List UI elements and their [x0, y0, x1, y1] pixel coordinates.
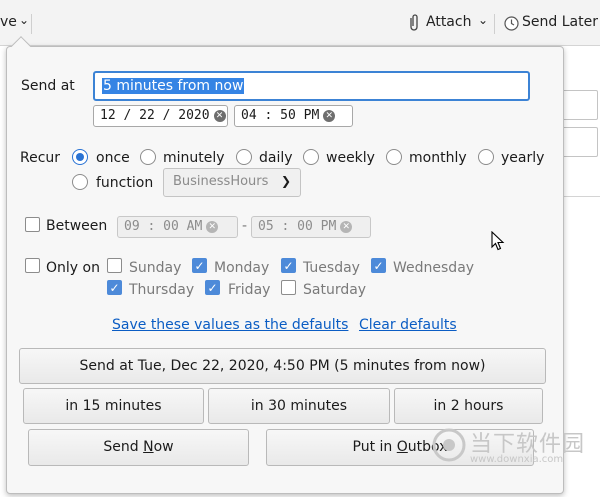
recur-yearly-label[interactable]: yearly [501, 150, 544, 166]
recur-label: Recur [20, 150, 61, 166]
day-tuesday-checkbox[interactable]: ✓ [281, 258, 296, 273]
send-at-button[interactable]: Send at Tue, Dec 22, 2020, 4:50 PM (5 mi… [19, 348, 546, 384]
recur-daily-label[interactable]: daily [259, 150, 293, 166]
between-start-value: 09 : 00 AM [124, 219, 203, 234]
day-tuesday-label[interactable]: Tuesday [303, 260, 360, 276]
compose-separator [564, 196, 600, 197]
clear-end-icon[interactable]: ✕ [340, 220, 353, 233]
recur-once-label[interactable]: once [96, 150, 130, 166]
compose-field[interactable] [560, 127, 598, 157]
recur-once-radio[interactable] [72, 149, 88, 165]
day-thursday-checkbox[interactable]: ✓ [107, 280, 122, 295]
send-now-button[interactable]: Send Now [28, 429, 249, 466]
recur-daily-radio[interactable] [236, 149, 252, 165]
time-picker[interactable]: 04 : 50 PM ✕ [234, 105, 353, 127]
send-now-label-accesskey: N [143, 439, 154, 455]
recur-monthly-label[interactable]: monthly [409, 150, 467, 166]
between-separator: - [242, 218, 248, 234]
day-friday-label[interactable]: Friday [228, 282, 270, 298]
between-end-value: 05 : 00 PM [258, 219, 337, 234]
between-end-time[interactable]: 05 : 00 PM ✕ [251, 216, 371, 238]
save-defaults-link[interactable]: Save these values as the defaults [112, 317, 348, 333]
in-2-hours-button[interactable]: in 2 hours [394, 388, 543, 424]
day-thursday-label[interactable]: Thursday [129, 282, 194, 298]
clear-time-icon[interactable]: ✕ [323, 109, 336, 122]
toolbar-partial-button[interactable]: ve [0, 14, 17, 30]
clear-start-icon[interactable]: ✕ [206, 220, 219, 233]
toolbar-divider [494, 14, 495, 34]
day-monday-label[interactable]: Monday [214, 260, 269, 276]
day-sunday-checkbox[interactable] [107, 258, 122, 273]
recur-yearly-radio[interactable] [478, 149, 494, 165]
recur-monthly-radio[interactable] [386, 149, 402, 165]
chevron-down-icon[interactable]: ⌄ [19, 13, 29, 27]
function-select-value: BusinessHours [173, 174, 269, 189]
date-picker[interactable]: 12 / 22 / 2020 ✕ [93, 105, 228, 127]
clear-defaults-link[interactable]: Clear defaults [359, 317, 457, 333]
toolbar-divider [31, 14, 32, 34]
send-at-input[interactable]: 5 minutes from now [93, 71, 530, 101]
between-start-time[interactable]: 09 : 00 AM ✕ [117, 216, 238, 238]
send-later-button[interactable]: Send Later [522, 14, 598, 30]
recur-function-radio[interactable] [72, 174, 88, 190]
recur-function-label[interactable]: function [96, 175, 153, 191]
recur-weekly-label[interactable]: weekly [326, 150, 375, 166]
compose-field[interactable] [560, 90, 598, 120]
date-value: 12 / 22 / 2020 [100, 108, 210, 123]
time-value: 04 : 50 PM [241, 108, 320, 123]
day-saturday-checkbox[interactable] [281, 280, 296, 295]
outbox-label-pre: Put in [352, 439, 397, 455]
recur-minutely-label[interactable]: minutely [163, 150, 225, 166]
send-at-label: Send at [21, 78, 75, 94]
function-select[interactable]: BusinessHours ❯ [163, 168, 301, 197]
watermark-logo-icon [432, 428, 466, 462]
between-checkbox[interactable] [25, 217, 40, 232]
send-now-label-pre: Send [103, 439, 144, 455]
recur-weekly-radio[interactable] [303, 149, 319, 165]
day-monday-checkbox[interactable]: ✓ [192, 258, 207, 273]
attach-button[interactable]: Attach [426, 14, 471, 30]
day-saturday-label[interactable]: Saturday [303, 282, 366, 298]
clock-icon [504, 16, 519, 35]
watermark-url: www.downxia.com [470, 454, 564, 465]
paperclip-icon [408, 13, 420, 37]
only-on-label[interactable]: Only on [46, 260, 100, 276]
in-15-minutes-button[interactable]: in 15 minutes [23, 388, 204, 424]
day-wednesday-checkbox[interactable]: ✓ [371, 258, 386, 273]
day-friday-checkbox[interactable]: ✓ [205, 280, 220, 295]
day-wednesday-label[interactable]: Wednesday [393, 260, 474, 276]
send-at-input-value: 5 minutes from now [102, 78, 245, 94]
clear-date-icon[interactable]: ✕ [213, 109, 226, 122]
outbox-label-accesskey: O [396, 439, 408, 455]
send-now-label-post: ow [153, 439, 174, 455]
chevron-down-icon: ❯ [280, 174, 291, 188]
in-30-minutes-button[interactable]: in 30 minutes [208, 388, 390, 424]
only-on-checkbox[interactable] [25, 258, 40, 273]
between-label[interactable]: Between [46, 218, 107, 234]
recur-minutely-radio[interactable] [140, 149, 156, 165]
day-sunday-label[interactable]: Sunday [129, 260, 181, 276]
attach-dropdown-icon[interactable]: ⌄ [478, 13, 488, 27]
mouse-cursor-icon [491, 230, 505, 255]
